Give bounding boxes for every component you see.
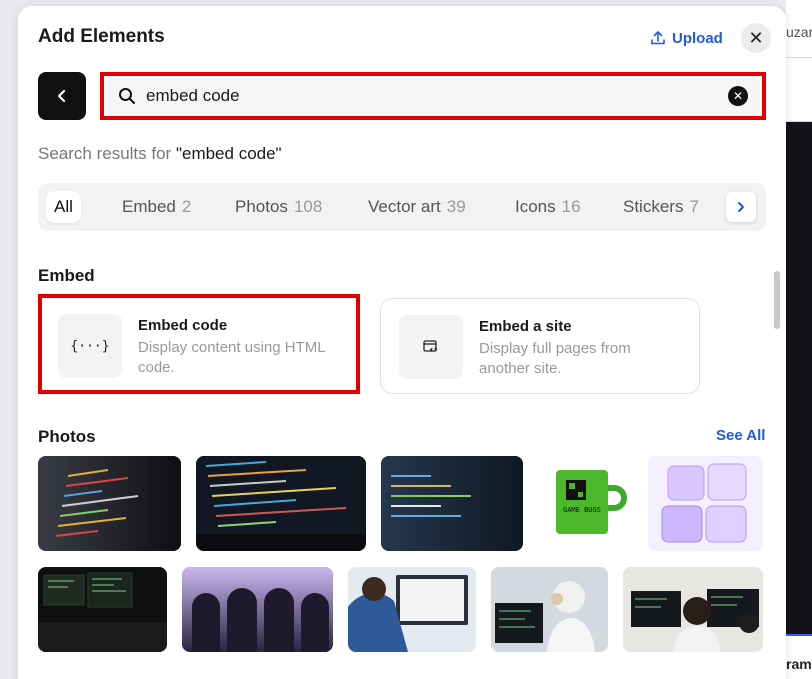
upload-button[interactable]: Upload [650, 27, 723, 49]
background-divider [786, 57, 812, 58]
photo-thumbnail[interactable] [623, 567, 763, 652]
tab-photos[interactable]: Photos 108 [227, 191, 330, 223]
search-icon [119, 88, 135, 104]
photo-server-arches [182, 567, 333, 652]
tabs-scroll-right-button[interactable] [726, 192, 756, 222]
background-bottom-text: ram [786, 656, 812, 672]
tab-stickers[interactable]: Stickers 7 [615, 191, 707, 223]
photo-green-mug: GAME BUGS [556, 470, 627, 534]
card-description: Display content using HTML code. [138, 339, 326, 376]
clear-icon: ✕ [732, 89, 744, 103]
photo-code-screen-2 [196, 456, 366, 551]
card-title: Embed a site [479, 318, 572, 335]
photo-thumbnail[interactable] [38, 567, 167, 652]
photo-dark-monitors [38, 567, 167, 652]
photo-thumbnail[interactable] [348, 567, 476, 652]
background-app: uzam ram [786, 0, 812, 679]
tab-label: Stickers [623, 197, 684, 216]
tab-label: Icons [515, 197, 556, 216]
upload-icon [651, 31, 665, 45]
embed-code-card[interactable]: {···} Embed code Display content using H… [38, 294, 360, 394]
close-button[interactable]: ✕ [741, 23, 771, 53]
tab-count: 16 [561, 197, 581, 216]
panel-scrollbar[interactable] [774, 271, 780, 329]
photo-thumbnail[interactable] [491, 567, 608, 652]
photo-thumbnail[interactable] [196, 456, 366, 551]
tab-label: Photos [235, 197, 288, 216]
photo-thumbnail[interactable] [182, 567, 333, 652]
embed-section-title: Embed [38, 266, 95, 285]
chevron-right-icon [738, 202, 744, 212]
upload-label: Upload [672, 29, 723, 47]
card-description: Display full pages from another site. [479, 340, 631, 377]
clear-search-button[interactable]: ✕ [728, 86, 748, 106]
see-all-photos-link[interactable]: See All [716, 427, 765, 444]
photo-thumbnail[interactable] [648, 456, 763, 551]
search-field: ✕ [106, 78, 760, 114]
card-title: Embed code [138, 317, 228, 334]
results-query: "embed code" [175, 144, 282, 163]
search-results-caption: Search results for "embed code" [38, 144, 282, 164]
embed-site-card[interactable]: Embed a site Display full pages from ano… [380, 298, 700, 394]
tab-embed[interactable]: Embed 2 [114, 191, 199, 223]
search-highlight: ✕ [100, 72, 766, 120]
photo-purple-tiles [661, 463, 747, 543]
tab-vector-art[interactable]: Vector art 39 [360, 191, 474, 223]
mug-caption: GAME BUGS [563, 506, 601, 514]
photo-developers-desk [623, 567, 763, 652]
tab-all[interactable]: All [46, 191, 81, 223]
background-top-text: uzam [786, 24, 812, 40]
background-canvas [786, 122, 812, 635]
embed-site-icon [399, 315, 463, 379]
add-elements-panel: Add Elements Upload ✕ ✕ Search results f… [18, 6, 786, 679]
photo-person-at-monitor [348, 567, 476, 652]
back-button[interactable] [38, 72, 86, 120]
photo-thumbnail[interactable] [38, 456, 181, 551]
photo-code-screen-3 [381, 456, 523, 551]
tab-count: 108 [293, 197, 323, 216]
background-selection-line [786, 634, 812, 636]
close-icon: ✕ [748, 27, 764, 48]
photo-thumbnail[interactable] [381, 456, 523, 551]
tab-count: 2 [181, 197, 192, 216]
code-braces-icon: {···} [58, 314, 122, 378]
photo-developer-headphones [491, 567, 608, 652]
category-tabs: All Embed 2 Photos 108 Vector art 39 Icons 1… [38, 183, 766, 231]
chevron-left-icon [57, 89, 66, 103]
tab-label: Vector art [368, 197, 441, 216]
tab-label: All [54, 197, 73, 216]
search-input[interactable] [146, 86, 728, 106]
photos-section-title: Photos [38, 427, 96, 446]
tab-label: Embed [122, 197, 176, 216]
panel-title: Add Elements [38, 26, 165, 47]
photo-code-screen-1 [38, 456, 181, 551]
tab-icons[interactable]: Icons 16 [507, 191, 589, 223]
tab-count: 39 [446, 197, 466, 216]
photo-thumbnail[interactable]: GAME BUGS [538, 456, 633, 551]
results-prefix: Search results for [38, 144, 176, 163]
